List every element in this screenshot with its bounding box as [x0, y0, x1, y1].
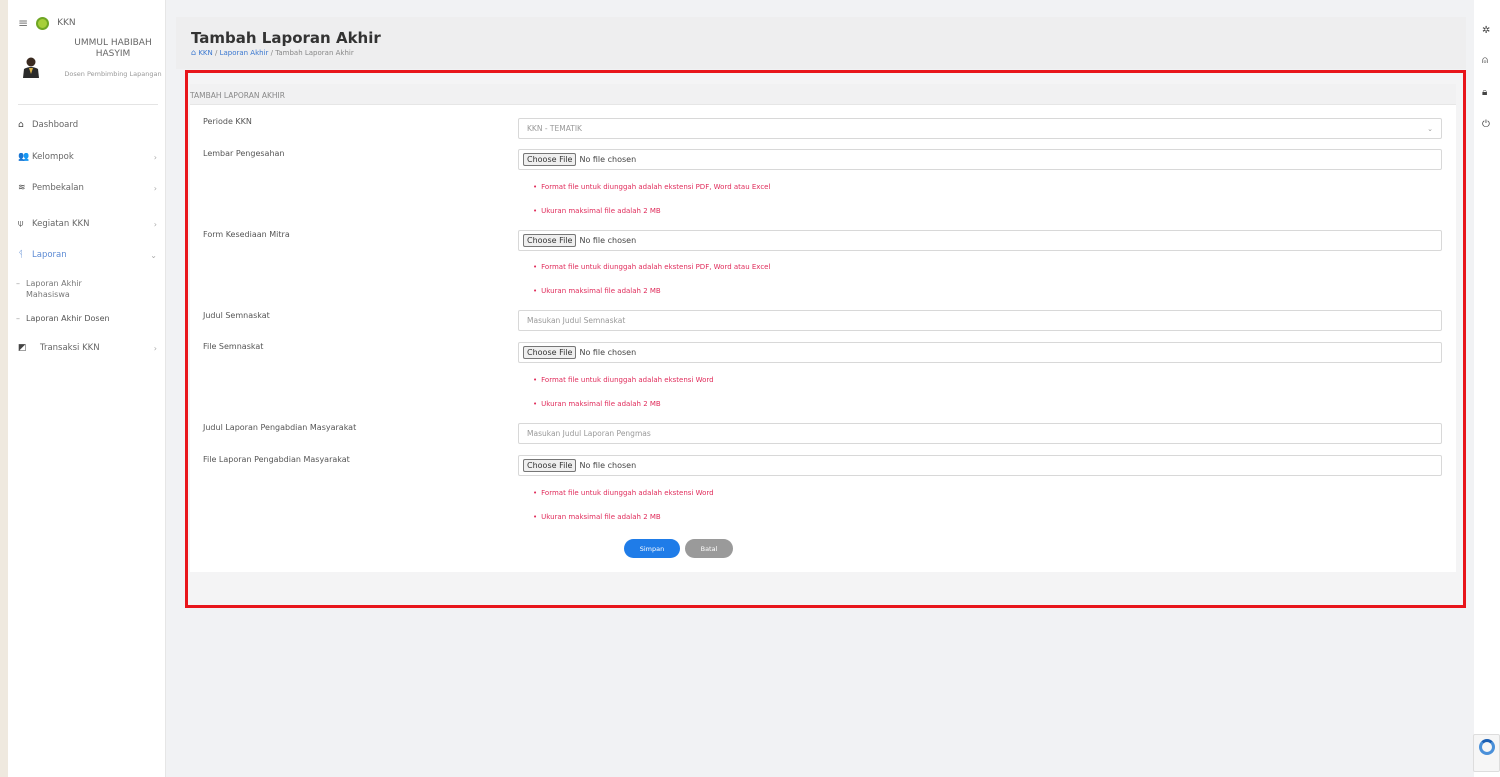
sidebar-item-label: Dashboard	[32, 120, 79, 130]
sidebar-item-label: Kegiatan KKN	[32, 219, 90, 229]
sidebar-item-label: Kelompok	[32, 152, 74, 162]
breadcrumb-item[interactable]: Laporan Akhir	[220, 49, 269, 57]
left-edge-strip	[0, 0, 8, 777]
dash-icon: –	[16, 279, 20, 288]
recaptcha-icon	[1479, 739, 1495, 755]
menu-toggle-icon[interactable]: ≡	[18, 16, 28, 30]
sidebar-item-kegiatan[interactable]: ⍦ Kegiatan KKN ›	[18, 219, 163, 229]
users-icon: 👥	[18, 152, 30, 162]
breadcrumb-item: Tambah Laporan Akhir	[275, 49, 354, 57]
layers-icon: ≋	[18, 183, 26, 193]
sidebar-item-pembekalan[interactable]: ≋ Pembekalan ›	[18, 183, 163, 193]
sidebar-subitem-label: Laporan Akhir Dosen	[26, 314, 110, 323]
sidebar-divider	[18, 104, 158, 105]
user-role: Dosen Pembimbing Lapangan	[64, 70, 162, 78]
sidebar-subitem-label: Laporan Akhir Mahasiswa	[26, 279, 82, 299]
highlight-outline	[185, 70, 1466, 608]
home-icon: ⌂	[18, 120, 24, 130]
chevron-right-icon: ›	[153, 343, 157, 353]
chevron-right-icon: ›	[153, 152, 157, 162]
sidebar-subitem-laporan-mahasiswa[interactable]: – Laporan Akhir Mahasiswa	[16, 278, 156, 300]
sidebar-item-dashboard[interactable]: ⌂ Dashboard	[18, 120, 163, 130]
breadcrumb: ⌂ KKN / Laporan Akhir / Tambah Laporan A…	[191, 48, 354, 57]
app-name: KKN	[57, 18, 76, 28]
sidebar-subitem-laporan-dosen[interactable]: – Laporan Akhir Dosen	[16, 313, 156, 324]
lock-icon[interactable]: 🔒︎	[1482, 87, 1487, 98]
sidebar-item-label: Pembekalan	[32, 183, 84, 193]
dash-icon: –	[16, 314, 20, 323]
chevron-right-icon: ›	[153, 183, 157, 193]
chevron-down-icon: ⌄	[150, 250, 157, 260]
right-toolbar: ✲ ⍝ 🔒︎ ⏻	[1474, 0, 1500, 777]
sidebar-item-label: Transaksi KKN	[40, 343, 100, 353]
cube-icon: ◩	[18, 343, 27, 353]
sidebar-item-transaksi[interactable]: ◩ Transaksi KKN ›	[18, 343, 163, 353]
sidebar-item-kelompok[interactable]: 👥 Kelompok ›	[18, 152, 163, 162]
activity-icon: ⍦	[18, 219, 24, 229]
brand: ≡ KKN	[18, 16, 76, 30]
power-icon[interactable]: ⏻	[1482, 119, 1490, 130]
sidebar-item-laporan[interactable]: ᛩ Laporan ⌄	[18, 250, 163, 260]
sidebar-item-label: Laporan	[32, 250, 67, 260]
breadcrumb-item[interactable]: KKN	[198, 49, 212, 57]
user-name: UMMUL HABIBAH HASYIM	[74, 38, 152, 59]
user-icon[interactable]: ⍝	[1482, 55, 1488, 66]
page-title: Tambah Laporan Akhir	[191, 29, 381, 47]
recaptcha-badge[interactable]	[1473, 734, 1500, 772]
home-icon: ⌂	[191, 48, 197, 57]
avatar	[23, 57, 39, 78]
app-logo-icon	[36, 16, 50, 30]
page-header: Tambah Laporan Akhir ⌂ KKN / Laporan Akh…	[176, 17, 1466, 69]
sidebar: ≡ KKN UMMUL HABIBAH HASYIM Dosen Pembimb…	[8, 0, 166, 777]
chevron-right-icon: ›	[153, 219, 157, 229]
gear-icon[interactable]: ✲	[1482, 25, 1490, 36]
report-icon: ᛩ	[18, 250, 24, 260]
